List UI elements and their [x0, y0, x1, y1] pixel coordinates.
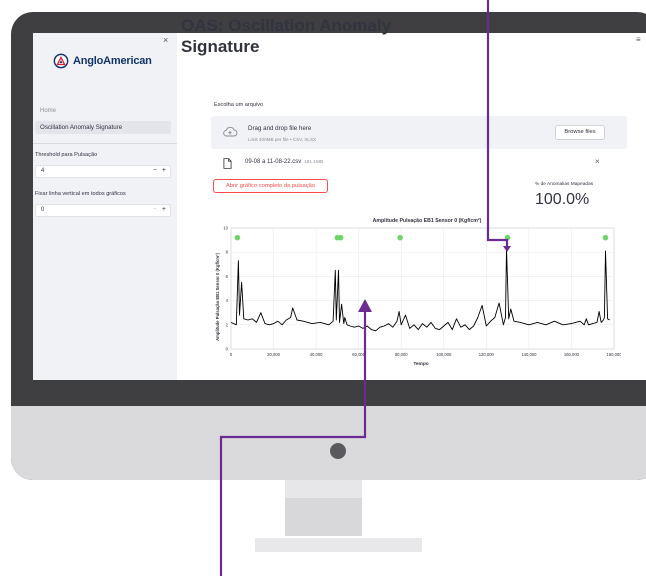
annotation-arrowhead-bottom [358, 299, 372, 312]
annotation-arrowhead-top [503, 246, 511, 252]
annotation-pointer-bottom [219, 310, 367, 576]
annotation-overlay [219, 0, 511, 576]
annotation-pointer-top [486, 0, 509, 248]
